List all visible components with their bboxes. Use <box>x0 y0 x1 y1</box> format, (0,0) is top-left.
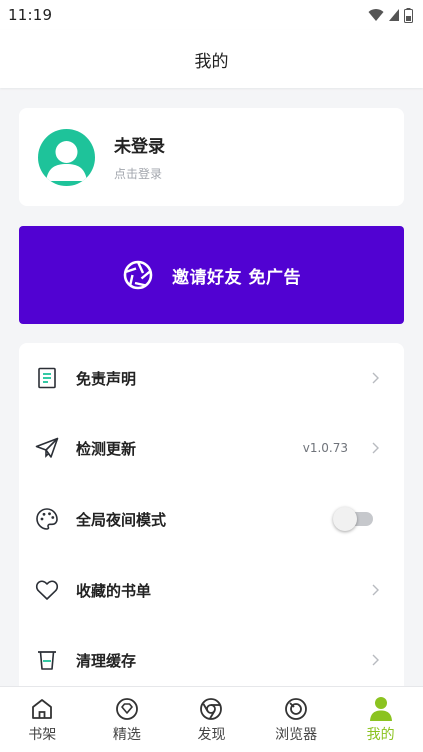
chevron-right-icon <box>372 654 379 666</box>
toggle-knob <box>333 507 357 531</box>
app-header: 我的 <box>0 30 423 88</box>
user-avatar-icon <box>46 140 87 181</box>
menu-label-favorites: 收藏的书单 <box>76 581 152 600</box>
chevron-right-icon <box>372 584 379 596</box>
browser-icon <box>283 696 309 722</box>
nav-tab-featured[interactable]: 精选 <box>85 687 170 752</box>
aperture-icon <box>123 260 153 290</box>
invite-label: 邀请好友 免广告 <box>172 267 301 288</box>
settings-menu: 免责声明 检测更新 v1.0.73 全局夜间模式 收藏的书单 清理缓存 <box>19 343 404 703</box>
nav-label-featured: 精选 <box>112 727 141 743</box>
document-icon <box>35 366 59 390</box>
signal-icon <box>389 9 399 21</box>
profile-name: 未登录 <box>114 137 165 157</box>
page-title: 我的 <box>194 51 229 72</box>
compass-icon <box>198 696 224 722</box>
user-icon <box>368 696 394 722</box>
battery-icon <box>404 7 413 23</box>
menu-item-favorites[interactable]: 收藏的书单 <box>19 565 404 615</box>
status-time: 11:19 <box>8 6 53 24</box>
login-link[interactable]: 点击登录 <box>114 165 165 182</box>
nav-label-bookshelf: 书架 <box>28 727 57 743</box>
menu-label-check-update: 检测更新 <box>76 439 137 458</box>
nav-label-browser: 浏览器 <box>275 727 318 743</box>
login-card[interactable]: 未登录 点击登录 <box>19 108 404 206</box>
menu-item-check-update[interactable]: 检测更新 v1.0.73 <box>19 423 404 473</box>
home-icon <box>29 696 55 722</box>
status-icons <box>368 7 413 23</box>
heart-icon <box>35 578 59 602</box>
nav-tab-bookshelf[interactable]: 书架 <box>0 687 85 752</box>
menu-label-clear-cache: 清理缓存 <box>76 651 137 670</box>
menu-item-night-mode: 全局夜间模式 <box>19 494 404 544</box>
version-number: v1.0.73 <box>302 441 348 455</box>
nav-label-mine: 我的 <box>366 727 395 743</box>
chevron-right-icon <box>372 442 379 454</box>
bottom-nav: 书架 精选 发现 浏览器 我的 <box>0 686 423 752</box>
diamond-icon <box>114 696 140 722</box>
menu-label-night-mode: 全局夜间模式 <box>76 510 167 529</box>
menu-item-disclaimer[interactable]: 免责声明 <box>19 353 404 403</box>
invite-friends-banner[interactable]: 邀请好友 免广告 <box>19 226 404 324</box>
status-bar: 11:19 <box>0 0 423 30</box>
avatar <box>38 128 95 186</box>
night-mode-toggle[interactable] <box>333 507 373 531</box>
paper-plane-icon <box>35 436 59 460</box>
palette-icon <box>35 507 59 531</box>
wifi-icon <box>368 9 384 21</box>
menu-item-clear-cache[interactable]: 清理缓存 <box>19 635 404 685</box>
nav-tab-browser[interactable]: 浏览器 <box>254 687 339 752</box>
menu-label-disclaimer: 免责声明 <box>76 369 137 388</box>
trash-bin-icon <box>35 648 59 672</box>
chevron-right-icon <box>372 372 379 384</box>
nav-label-discover: 发现 <box>197 727 226 743</box>
nav-tab-mine[interactable]: 我的 <box>338 687 423 752</box>
nav-tab-discover[interactable]: 发现 <box>169 687 254 752</box>
